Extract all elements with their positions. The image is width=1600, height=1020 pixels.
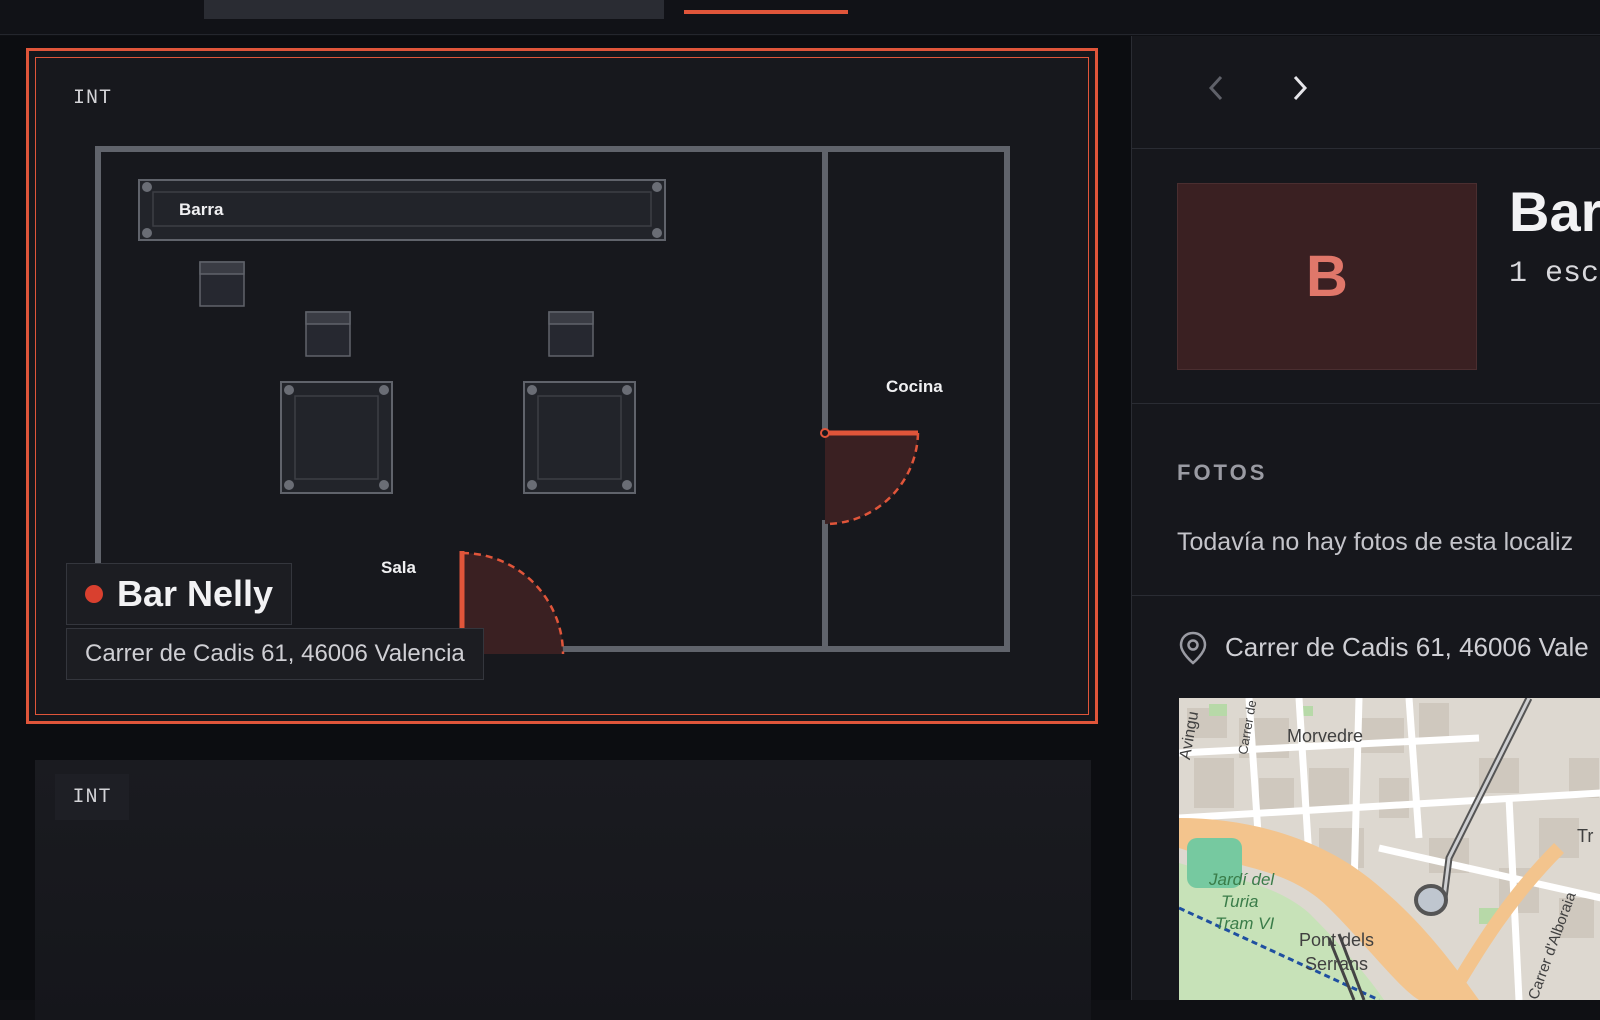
location-card[interactable]: INT bbox=[35, 760, 1091, 1020]
chevron-right-icon bbox=[1293, 75, 1308, 101]
detail-panel: B Bar 1 esc FOTOS Todavía no hay fotos d… bbox=[1131, 36, 1600, 1000]
barra-furniture: Barra bbox=[138, 179, 666, 241]
detail-nav bbox=[1132, 36, 1600, 149]
map-label-jardi-2: Turia bbox=[1221, 892, 1259, 911]
active-tab[interactable] bbox=[684, 0, 848, 14]
location-map[interactable]: Morvedre Carrer de la Visita Avingu Jard… bbox=[1179, 698, 1600, 1000]
location-name: Bar Nelly bbox=[117, 573, 274, 614]
detail-header: B Bar 1 esc bbox=[1132, 149, 1600, 404]
map-label-jardi-3: Tram VI bbox=[1215, 914, 1275, 933]
location-thumbnail: B bbox=[1177, 183, 1477, 370]
next-button[interactable] bbox=[1280, 68, 1320, 108]
location-section: Carrer de Cadis 61, 46006 Vale Morvedre … bbox=[1132, 596, 1600, 1000]
floor-plan-canvas: INT Barra Cocina Sala Bar Nelly Carrer d… bbox=[35, 57, 1089, 715]
map-label-jardi-1: Jardí del bbox=[1209, 870, 1275, 889]
location-card-selected[interactable]: INT Barra Cocina Sala Bar Nelly Carrer d… bbox=[26, 48, 1098, 724]
map-label-pont-2: Serrans bbox=[1305, 954, 1369, 974]
search-field[interactable] bbox=[204, 0, 664, 19]
location-name-badge: Bar Nelly bbox=[66, 563, 293, 625]
map-label-tr: Tr bbox=[1577, 826, 1594, 846]
status-dot bbox=[85, 585, 103, 603]
cocina-label: Cocina bbox=[886, 377, 943, 396]
map-label-pont-1: Pont dels bbox=[1299, 930, 1375, 950]
thumb-letter: B bbox=[1306, 244, 1348, 309]
cocina-door bbox=[820, 428, 920, 526]
location-address: Carrer de Cadis 61, 46006 Valencia bbox=[66, 628, 484, 680]
map-label-morvedre: Morvedre bbox=[1287, 726, 1364, 746]
detail-title: Bar bbox=[1509, 180, 1600, 243]
int-badge: INT bbox=[55, 774, 129, 820]
top-bar bbox=[0, 0, 1600, 35]
map-pin-icon bbox=[1179, 631, 1207, 665]
int-label: INT bbox=[72, 785, 112, 809]
scene-count: 1 esc bbox=[1509, 257, 1600, 291]
detail-address: Carrer de Cadis 61, 46006 Vale bbox=[1225, 632, 1589, 662]
barra-label: Barra bbox=[179, 200, 224, 219]
photos-section: FOTOS Todavía no hay fotos de esta local… bbox=[1132, 404, 1600, 596]
sala-label: Sala bbox=[381, 558, 417, 577]
photos-heading: FOTOS bbox=[1177, 460, 1268, 485]
stools bbox=[199, 261, 594, 357]
photos-empty-text: Todavía no hay fotos de esta localiz bbox=[1177, 528, 1574, 556]
tables bbox=[280, 381, 636, 494]
chevron-left-icon bbox=[1208, 75, 1223, 101]
prev-button[interactable] bbox=[1196, 68, 1236, 108]
locations-list: INT Barra Cocina Sala Bar Nelly Carrer d… bbox=[0, 36, 1131, 1020]
